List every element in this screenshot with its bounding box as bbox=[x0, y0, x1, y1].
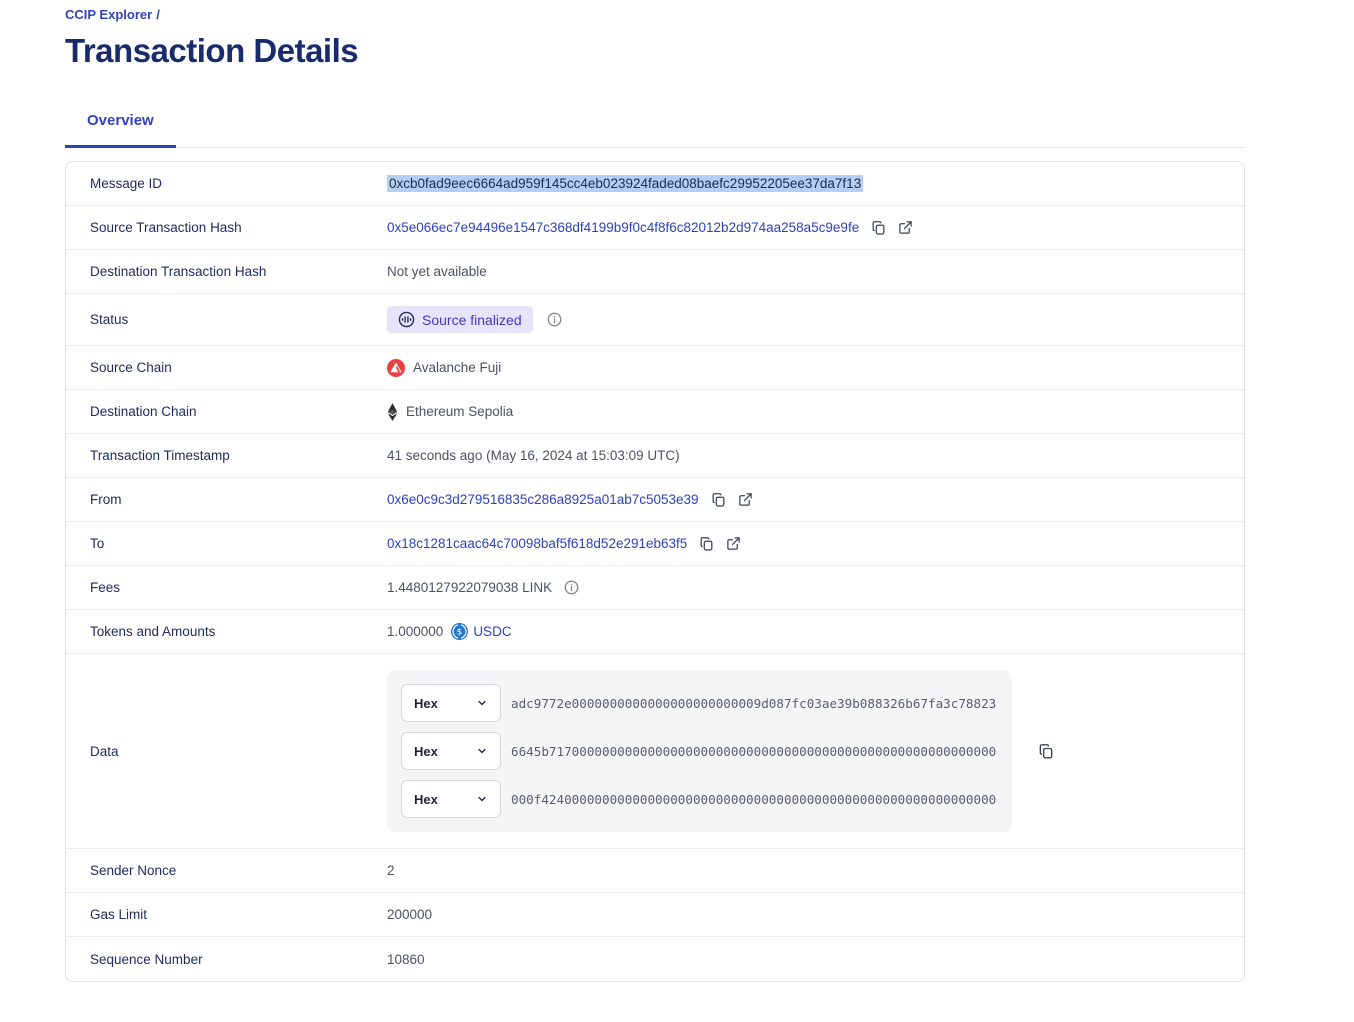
row-data: Data Hex adc9772e00000000000000000000000… bbox=[66, 654, 1244, 849]
from-label: From bbox=[90, 492, 387, 507]
tab-overview[interactable]: Overview bbox=[65, 112, 176, 148]
transaction-details-page: CCIP Explorer / Transaction Details Overv… bbox=[0, 0, 1354, 1022]
tokens-amounts-label: Tokens and Amounts bbox=[90, 624, 387, 639]
row-message-id: Message ID 0xcb0fad9eec6664ad959f145cc4e… bbox=[66, 162, 1244, 206]
data-format-select[interactable]: Hex bbox=[401, 780, 501, 818]
external-link-icon[interactable] bbox=[738, 492, 753, 507]
usdc-icon: $ bbox=[451, 623, 468, 640]
row-source-chain: Source Chain Avalanche Fuji bbox=[66, 346, 1244, 390]
status-label: Status bbox=[90, 312, 387, 327]
copy-data-icon[interactable] bbox=[1038, 743, 1054, 760]
data-panel: Hex adc9772e0000000000000000000000009d08… bbox=[387, 670, 1012, 832]
transaction-details-card: Message ID 0xcb0fad9eec6664ad959f145cc4e… bbox=[65, 161, 1245, 982]
data-format-select[interactable]: Hex bbox=[401, 684, 501, 722]
row-dest-tx-hash: Destination Transaction Hash Not yet ava… bbox=[66, 250, 1244, 294]
chevron-down-icon bbox=[476, 745, 488, 757]
sender-nonce-label: Sender Nonce bbox=[90, 863, 387, 878]
timestamp-value: 41 seconds ago (May 16, 2024 at 15:03:09… bbox=[387, 448, 680, 463]
source-chain-value: Avalanche Fuji bbox=[413, 360, 501, 375]
row-tokens-amounts: Tokens and Amounts 1.000000 $ USDC bbox=[66, 610, 1244, 654]
fees-value: 1.4480127922079038 LINK bbox=[387, 580, 552, 595]
timestamp-label: Transaction Timestamp bbox=[90, 448, 387, 463]
status-info-icon[interactable] bbox=[547, 312, 562, 327]
row-gas-limit: Gas Limit 200000 bbox=[66, 893, 1244, 937]
sender-nonce-value: 2 bbox=[387, 863, 395, 878]
sequence-number-value: 10860 bbox=[387, 952, 425, 967]
source-chain-label: Source Chain bbox=[90, 360, 387, 375]
row-sender-nonce: Sender Nonce 2 bbox=[66, 849, 1244, 893]
external-link-icon[interactable] bbox=[726, 536, 741, 551]
data-format-select[interactable]: Hex bbox=[401, 732, 501, 770]
source-finalized-icon bbox=[398, 311, 415, 328]
gas-limit-value: 200000 bbox=[387, 907, 432, 922]
avalanche-fuji-icon bbox=[387, 359, 405, 377]
data-format-select-value: Hex bbox=[414, 744, 438, 759]
row-sequence-number: Sequence Number 10860 bbox=[66, 937, 1244, 981]
data-hex-line-2: 6645b71700000000000000000000000000000000… bbox=[511, 744, 998, 759]
row-to: To 0x18c1281caac64c70098baf5f618d52e291e… bbox=[66, 522, 1244, 566]
data-line: Hex 000f42400000000000000000000000000000… bbox=[401, 780, 998, 818]
fees-label: Fees bbox=[90, 580, 387, 595]
data-hex-line-3: 000f424000000000000000000000000000000000… bbox=[511, 792, 998, 807]
dest-chain-label: Destination Chain bbox=[90, 404, 387, 419]
from-address-link[interactable]: 0x6e0c9c3d279516835c286a8925a01ab7c5053e… bbox=[387, 492, 699, 507]
data-hex-line-1: adc9772e0000000000000000000000009d087fc0… bbox=[511, 696, 998, 711]
usdc-token-link[interactable]: USDC bbox=[473, 624, 511, 639]
row-dest-chain: Destination Chain Ethereum Sepolia bbox=[66, 390, 1244, 434]
data-line: Hex adc9772e0000000000000000000000009d08… bbox=[401, 684, 998, 722]
dest-chain-value: Ethereum Sepolia bbox=[406, 404, 513, 419]
row-source-tx-hash: Source Transaction Hash 0x5e066ec7e94496… bbox=[66, 206, 1244, 250]
gas-limit-label: Gas Limit bbox=[90, 907, 387, 922]
dest-tx-hash-value: Not yet available bbox=[387, 264, 487, 279]
data-line: Hex 6645b7170000000000000000000000000000… bbox=[401, 732, 998, 770]
row-fees: Fees 1.4480127922079038 LINK bbox=[66, 566, 1244, 610]
breadcrumb: CCIP Explorer / bbox=[65, 7, 1245, 22]
token-amount: 1.000000 bbox=[387, 624, 443, 639]
copy-icon[interactable] bbox=[699, 536, 714, 552]
data-format-select-value: Hex bbox=[414, 792, 438, 807]
row-status: Status Source finalized bbox=[66, 294, 1244, 346]
status-badge-text: Source finalized bbox=[422, 312, 522, 328]
external-link-icon[interactable] bbox=[898, 220, 913, 235]
breadcrumb-ccip-explorer-link[interactable]: CCIP Explorer bbox=[65, 7, 152, 22]
page-title: Transaction Details bbox=[65, 32, 1245, 70]
tab-bar: Overview bbox=[65, 112, 1245, 148]
dest-tx-hash-label: Destination Transaction Hash bbox=[90, 264, 387, 279]
chevron-down-icon bbox=[476, 793, 488, 805]
status-badge: Source finalized bbox=[387, 306, 533, 333]
row-timestamp: Transaction Timestamp 41 seconds ago (Ma… bbox=[66, 434, 1244, 478]
sequence-number-label: Sequence Number bbox=[90, 952, 387, 967]
source-tx-hash-link[interactable]: 0x5e066ec7e94496e1547c368df4199b9f0c4f8f… bbox=[387, 220, 859, 235]
chevron-down-icon bbox=[476, 697, 488, 709]
source-tx-hash-label: Source Transaction Hash bbox=[90, 220, 387, 235]
breadcrumb-separator: / bbox=[156, 7, 160, 22]
to-label: To bbox=[90, 536, 387, 551]
ethereum-sepolia-icon bbox=[387, 403, 398, 421]
fees-info-icon[interactable] bbox=[564, 580, 579, 595]
message-id-label: Message ID bbox=[90, 176, 387, 191]
data-label: Data bbox=[90, 744, 387, 759]
row-from: From 0x6e0c9c3d279516835c286a8925a01ab7c… bbox=[66, 478, 1244, 522]
copy-icon[interactable] bbox=[711, 492, 726, 508]
message-id-value: 0xcb0fad9eec6664ad959f145cc4eb023924fade… bbox=[387, 175, 863, 192]
svg-text:$: $ bbox=[457, 628, 463, 638]
data-format-select-value: Hex bbox=[414, 696, 438, 711]
to-address-link[interactable]: 0x18c1281caac64c70098baf5f618d52e291eb63… bbox=[387, 536, 687, 551]
copy-icon[interactable] bbox=[871, 220, 886, 236]
